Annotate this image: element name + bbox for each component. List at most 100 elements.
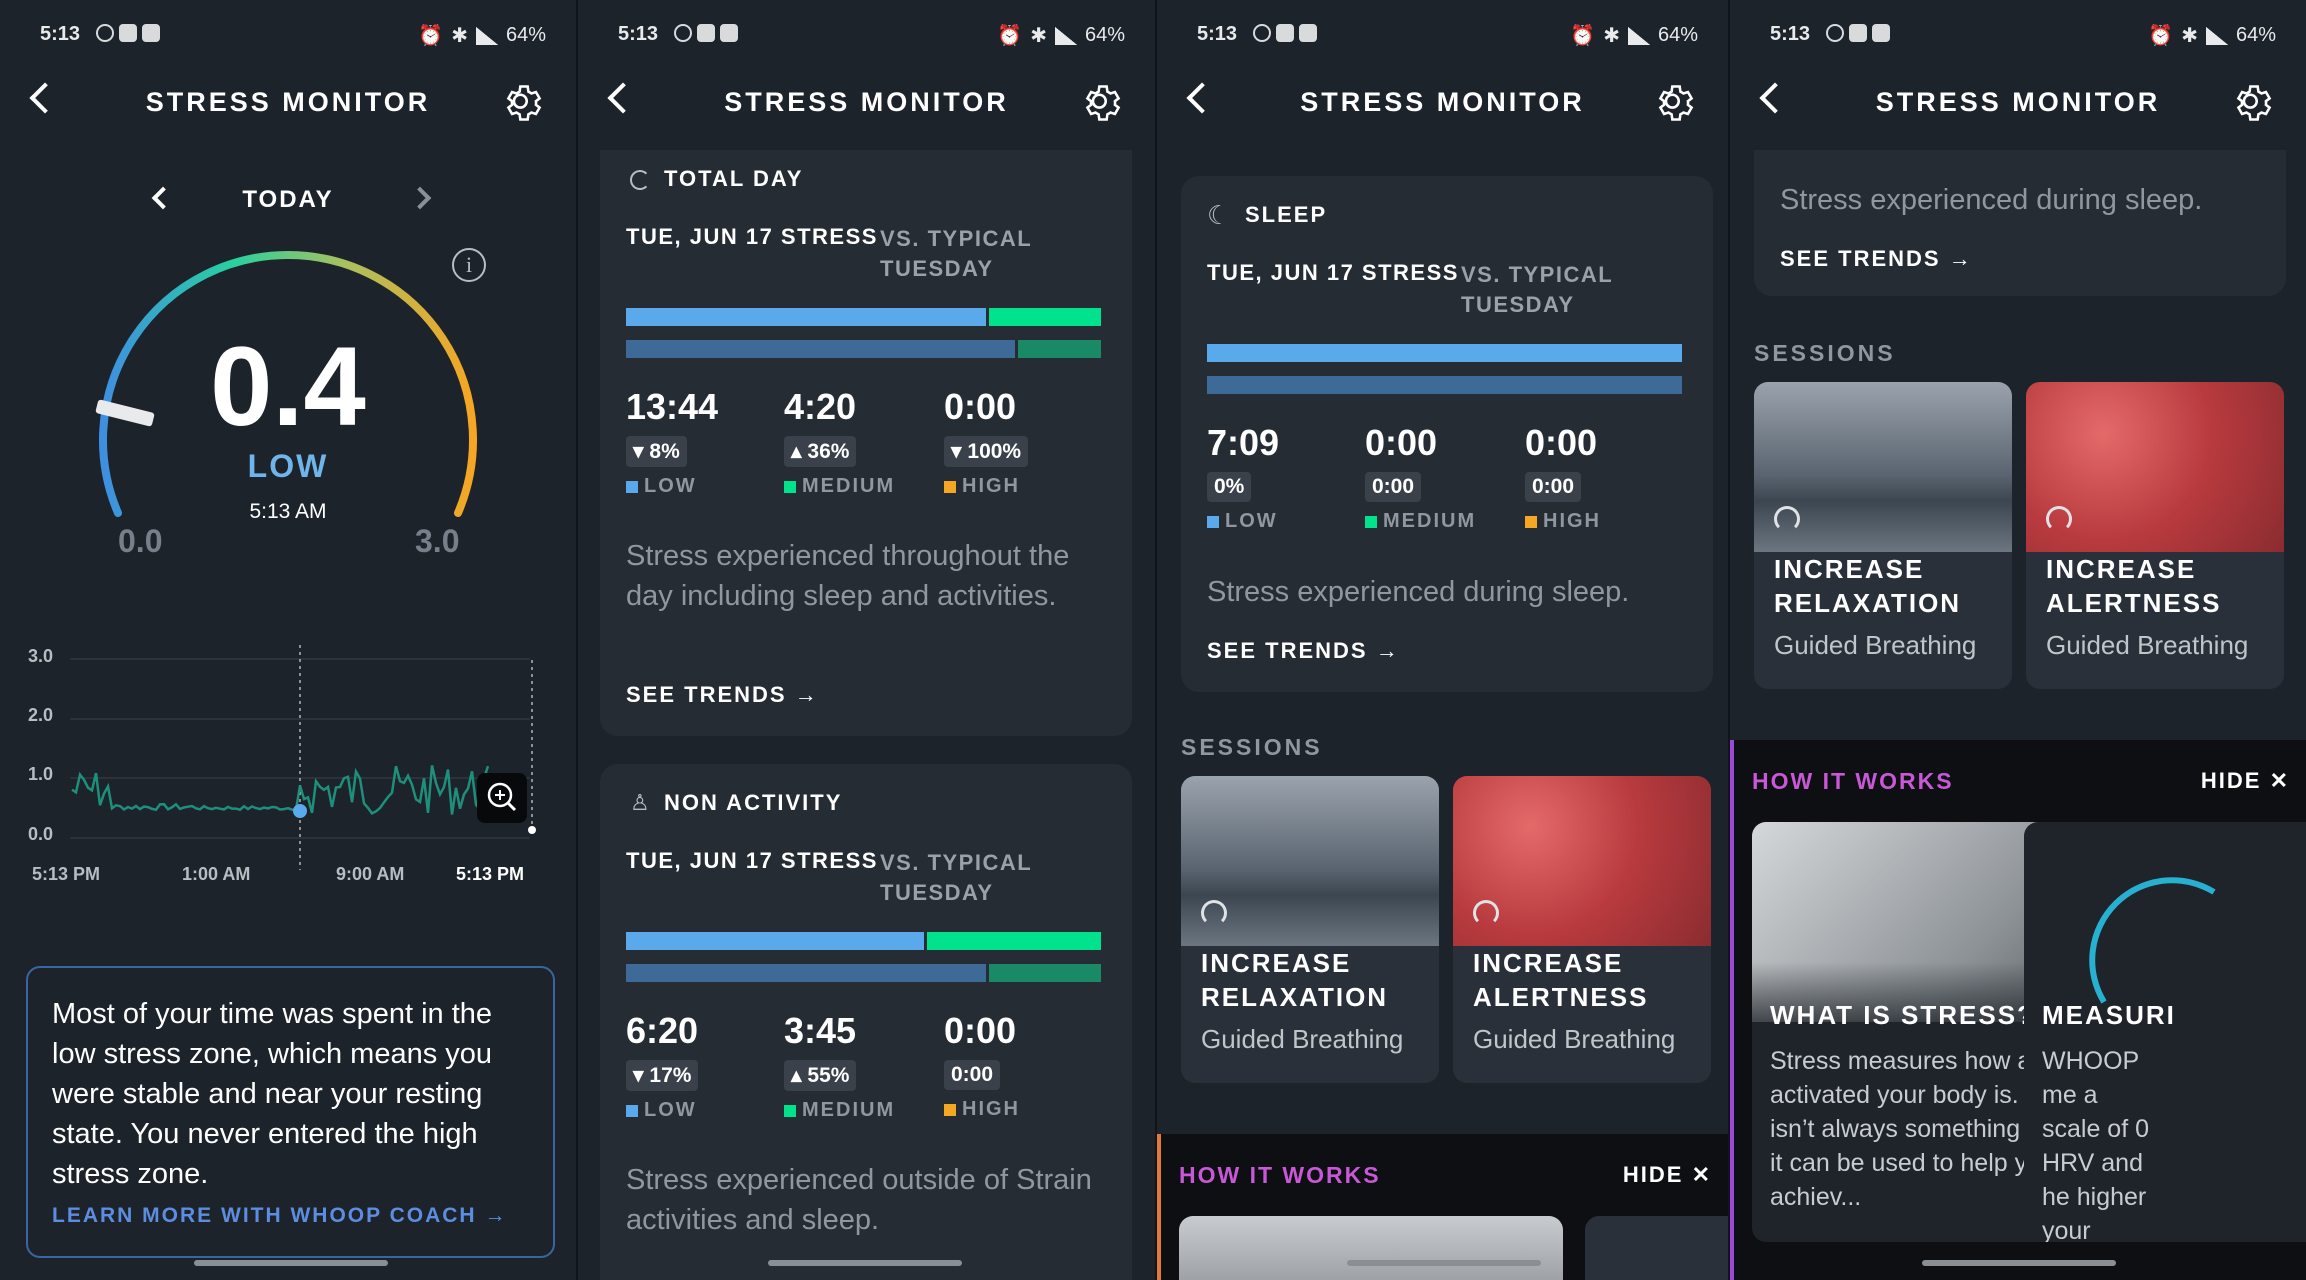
card-description: Stress experienced throughout the day in… xyxy=(626,540,1070,612)
panel-sessions: 5:13 ⏰ ✱ 64% STRESS MONITOR Stress experie… xyxy=(1728,0,2306,1280)
notification-icons xyxy=(674,24,738,42)
how-it-works-heading: HOW IT WORKS xyxy=(1752,768,1954,794)
breathing-icon xyxy=(1201,900,1227,926)
status-bar: 5:13 ⏰ ✱ 64% xyxy=(578,20,1155,50)
notification-icons xyxy=(1826,24,1890,42)
total-day-card: TOTAL DAY TUE, JUN 17 STRESS VS. TYPICAL… xyxy=(600,150,1132,736)
session-subtitle: Guided Breathing xyxy=(2046,630,2249,660)
typical-bar xyxy=(626,340,1104,358)
gauge-max: 3.0 xyxy=(415,523,460,559)
bar-segment-low xyxy=(1207,344,1682,362)
status-bar: 5:13 ⏰ ✱ 64% xyxy=(1157,20,1728,50)
bluetooth-icon: ✱ xyxy=(451,25,468,47)
session-subtitle: Guided Breathing xyxy=(1201,1024,1404,1054)
zoom-icon[interactable] xyxy=(477,773,527,823)
stat-low: 13:44 ▾ 8% LOW xyxy=(626,386,719,497)
session-subtitle: Guided Breathing xyxy=(1774,630,1977,660)
home-indicator xyxy=(1922,1260,2116,1266)
session-title: INCREASE RELAXATION xyxy=(1774,554,1962,618)
today-label: TUE, JUN 17 STRESS xyxy=(1207,260,1459,285)
typical-bar xyxy=(626,964,1104,982)
how-it-works-section: HOW IT WORKS HIDE ✕ WHAT IS STRESS? Stre… xyxy=(1730,740,2306,1280)
hide-button[interactable]: HIDE ✕ xyxy=(1623,1162,1712,1188)
status-right: ⏰ ✱ 64% xyxy=(418,23,546,48)
coach-link[interactable]: LEARN MORE WITH WHOOP COACH → xyxy=(52,1204,507,1228)
status-right: ⏰ ✱ 64% xyxy=(997,24,1125,47)
gear-icon[interactable] xyxy=(1654,81,1698,125)
card-title: SLEEP xyxy=(1245,202,1328,227)
breathing-icon xyxy=(2046,506,2072,532)
breathing-icon xyxy=(1774,506,1800,532)
status-time: 5:13 xyxy=(1197,23,1238,45)
session-card-alertness[interactable]: INCREASE ALERTNESS Guided Breathing xyxy=(2026,382,2284,689)
page-title: STRESS MONITOR xyxy=(1875,87,2161,117)
learn-title: WHAT IS STRESS? xyxy=(1770,1000,2035,1030)
hide-button[interactable]: HIDE ✕ xyxy=(2201,768,2290,794)
typical-label: VS. TYPICAL TUESDAY xyxy=(880,850,1033,905)
notification-icons xyxy=(96,24,160,42)
see-trends-link[interactable]: SEE TRENDS → xyxy=(1780,246,1973,272)
see-trends-link[interactable]: SEE TRENDS → xyxy=(1207,638,1400,664)
card-title: NON ACTIVITY xyxy=(664,790,843,815)
see-trends-link[interactable]: SEE TRENDS → xyxy=(626,682,819,708)
gear-icon[interactable] xyxy=(502,81,546,125)
info-icon[interactable]: i xyxy=(452,248,486,282)
stat-low: 7:09 0% LOW xyxy=(1207,422,1280,532)
coach-card: Most of your time was spent in the low s… xyxy=(26,966,555,1258)
sleep-card: Stress experienced during sleep. SEE TRE… xyxy=(1754,150,2286,296)
home-indicator xyxy=(768,1260,962,1266)
bar-segment-low xyxy=(1207,376,1682,394)
page-title: STRESS MONITOR xyxy=(724,87,1009,117)
page-title: STRESS MONITOR xyxy=(1300,87,1585,117)
coach-text: Most of your time was spent in the low s… xyxy=(52,998,493,1190)
today-label: TUE, JUN 17 STRESS xyxy=(626,224,878,249)
session-title: INCREASE RELAXATION xyxy=(1201,948,1389,1012)
app-icon xyxy=(119,24,137,42)
app-icon xyxy=(142,24,160,42)
day-label: TODAY xyxy=(242,186,334,213)
stat-low: 6:20 ▾ 17% LOW xyxy=(626,1010,699,1121)
stat-high: 0:00 0:00 HIGH xyxy=(1525,422,1601,532)
bar-segment-medium xyxy=(989,964,1101,982)
bar-segment-medium xyxy=(927,932,1101,950)
learn-card-measuring[interactable]: MEASURI WHOOP me a scale of 0 HRV and he… xyxy=(2024,822,2306,1242)
session-card-relaxation[interactable]: INCREASE RELAXATION Guided Breathing xyxy=(1754,382,2012,689)
stress-time: 5:13 AM xyxy=(249,500,327,523)
today-bar xyxy=(1207,344,1685,362)
stress-graph[interactable] xyxy=(20,640,550,890)
learn-card[interactable] xyxy=(1179,1216,1563,1280)
bar-segment-low xyxy=(626,932,925,950)
session-card-relaxation[interactable]: INCREASE RELAXATION Guided Breathing xyxy=(1181,776,1439,1083)
bar-segment-low xyxy=(626,308,987,326)
person-icon: ♙ xyxy=(630,790,650,815)
session-card-alertness[interactable]: INCREASE ALERTNESS Guided Breathing xyxy=(1453,776,1711,1083)
sessions-heading: SESSIONS xyxy=(1754,340,1896,366)
stress-level: LOW xyxy=(247,448,329,484)
x-tick: 5:13 PM xyxy=(456,864,525,884)
whatsapp-icon xyxy=(96,24,114,42)
gauge-min: 0.0 xyxy=(118,523,163,559)
non-activity-card: ♙ NON ACTIVITY TUE, JUN 17 STRESS VS. TY… xyxy=(600,764,1132,1280)
panel-sleep: 5:13 ⏰ ✱ 64% STRESS MONITOR ☾ SLEEP TUE, J… xyxy=(1155,0,1728,1280)
alarm-icon: ⏰ xyxy=(418,25,444,47)
gear-icon[interactable] xyxy=(2232,81,2276,125)
status-bar: 5:13 ⏰ ✱ 64% xyxy=(1730,20,2306,50)
session-title: INCREASE ALERTNESS xyxy=(2046,554,2222,618)
gear-icon[interactable] xyxy=(1081,81,1125,125)
x-tick: 1:00 AM xyxy=(182,864,251,884)
stat-high: 0:00 0:00 HIGH xyxy=(944,1010,1020,1120)
page-title: STRESS MONITOR xyxy=(145,87,431,117)
breathing-icon xyxy=(1473,900,1499,926)
clock-icon xyxy=(630,170,650,190)
notification-icons xyxy=(1253,24,1317,42)
today-label: TUE, JUN 17 STRESS xyxy=(626,848,878,873)
status-bar: 5:13 ⏰ ✱ 64% xyxy=(0,20,576,50)
status-time: 5:13 xyxy=(618,23,659,45)
panel-details: 5:13 ⏰ ✱ 64% STRESS MONITOR TOTAL DAY TUE,… xyxy=(576,0,1155,1280)
app-header: STRESS MONITOR xyxy=(578,75,1155,131)
stat-high: 0:00 ▾ 100% HIGH xyxy=(944,386,1029,498)
learn-card[interactable] xyxy=(1585,1216,1728,1280)
app-header: STRESS MONITOR xyxy=(0,75,576,131)
x-tick: 5:13 PM xyxy=(32,864,101,884)
x-tick: 9:00 AM xyxy=(336,864,405,884)
